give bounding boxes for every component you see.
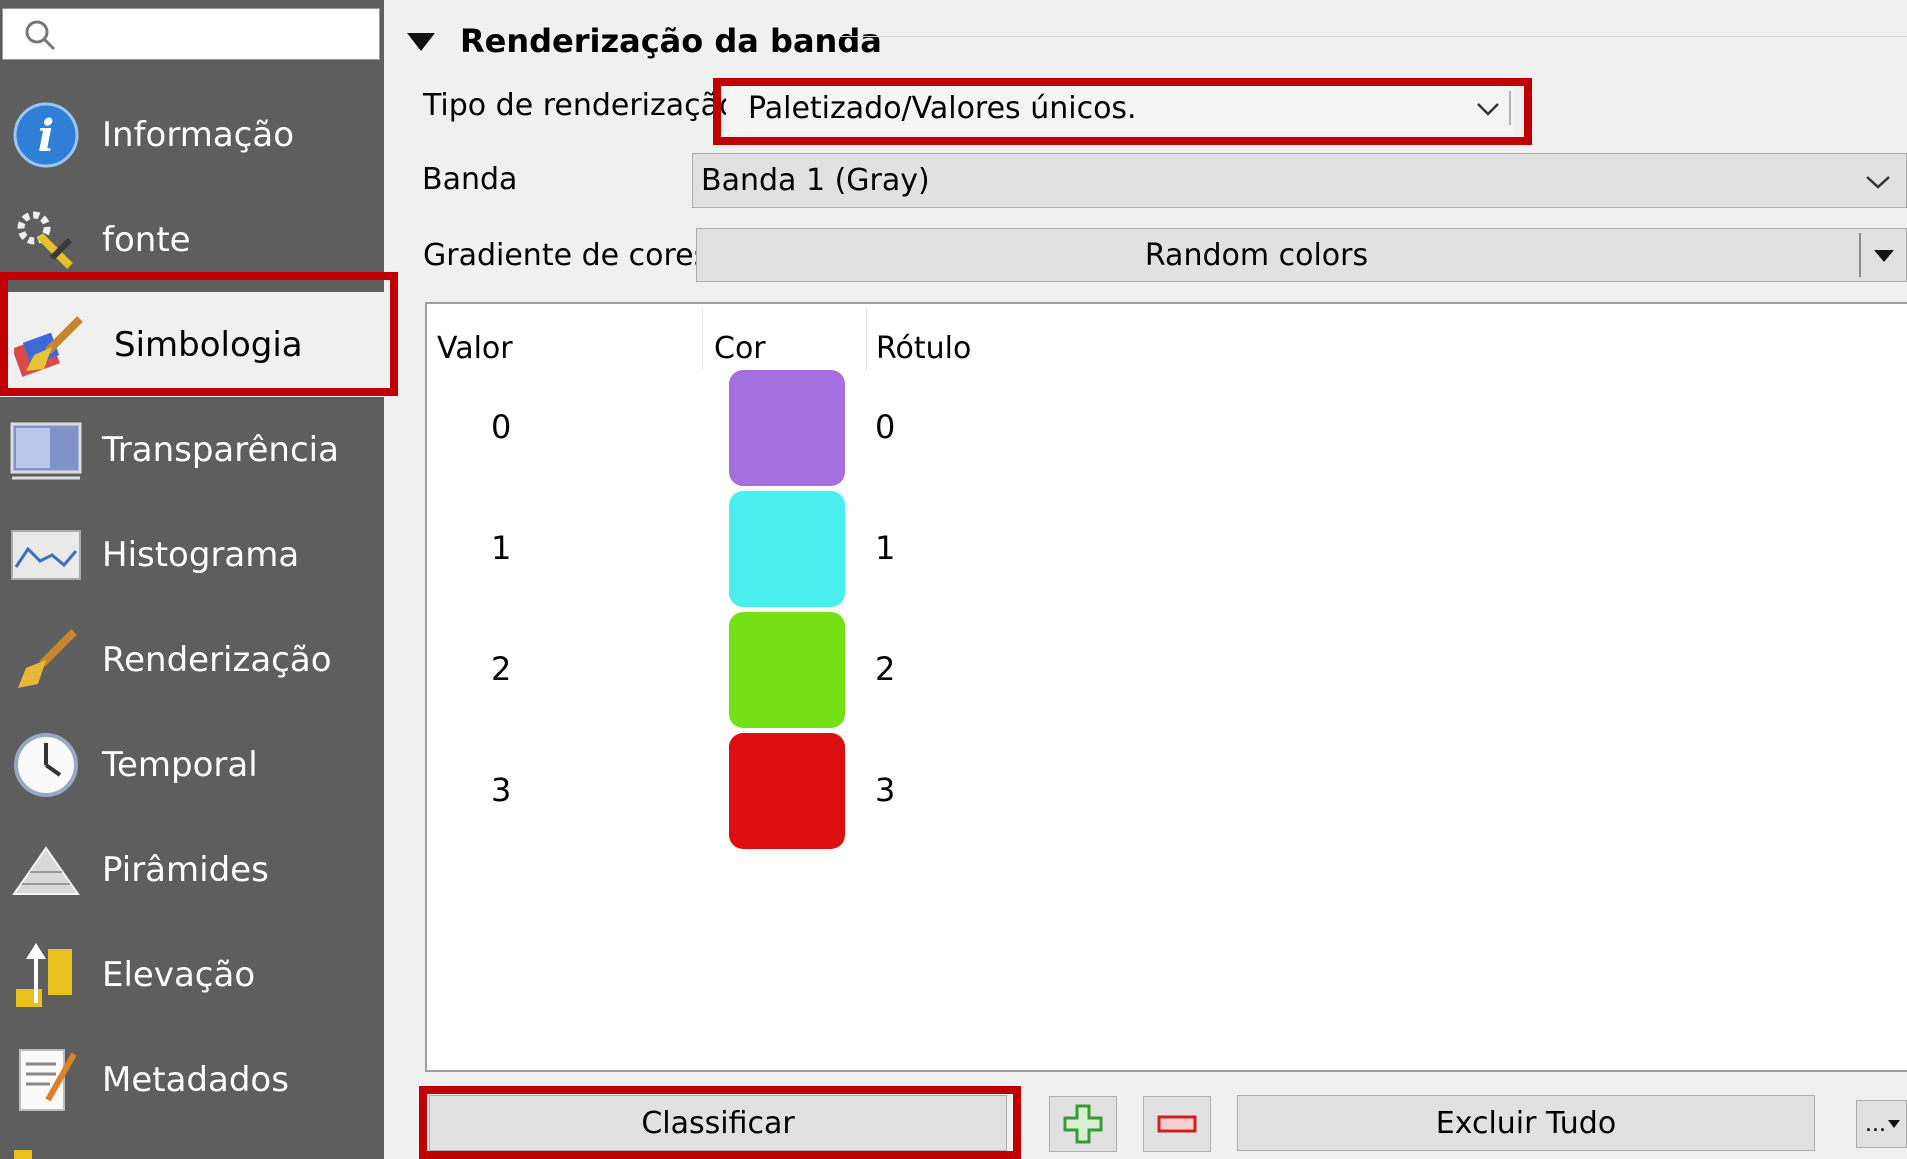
rendering-brush-icon <box>10 624 82 696</box>
row-label[interactable]: 0 <box>875 408 895 446</box>
sidebar-item-information[interactable]: i Informação <box>0 82 384 187</box>
svg-text:i: i <box>38 111 55 162</box>
delete-all-button[interactable]: Excluir Tudo <box>1237 1095 1815 1151</box>
row-value[interactable]: 2 <box>491 650 511 688</box>
table-row[interactable]: 2 2 <box>427 612 1907 733</box>
column-separator <box>866 308 867 370</box>
color-swatch[interactable] <box>729 612 845 728</box>
more-options-label: ... <box>1865 1111 1886 1137</box>
section-title: Renderização da banda <box>460 22 882 60</box>
table-row[interactable]: 1 1 <box>427 491 1907 612</box>
row-label[interactable]: 1 <box>875 529 895 567</box>
sidebar-item-source[interactable]: fonte <box>0 187 384 292</box>
column-header-color[interactable]: Cor <box>714 318 766 378</box>
band-value: Banda 1 (Gray) <box>701 163 930 198</box>
remove-class-button[interactable] <box>1143 1096 1211 1152</box>
partial-next-item-icon <box>14 1150 32 1159</box>
sidebar-item-label: Informação <box>102 114 295 155</box>
section-header[interactable]: Renderização da banda <box>404 16 882 66</box>
plus-icon <box>1063 1104 1103 1144</box>
row-label[interactable]: 2 <box>875 650 895 688</box>
table-row[interactable]: 3 3 <box>427 733 1907 854</box>
sidebar-item-label: Simbologia <box>114 324 303 365</box>
color-ramp-value: Random colors <box>1144 237 1369 273</box>
sidebar-item-label: Pirâmides <box>102 849 269 890</box>
sidebar-item-pyramids[interactable]: Pirâmides <box>0 817 384 922</box>
sidebar-item-label: Metadados <box>102 1059 289 1100</box>
chevron-down-icon <box>1477 103 1499 116</box>
sidebar: i Informação fonte Simbologia Transparên… <box>0 0 384 1159</box>
sidebar-item-label: fonte <box>102 219 191 260</box>
render-type-select[interactable]: Paletizado/Valores únicos. <box>726 81 1515 135</box>
search-input[interactable] <box>2 8 380 60</box>
collapse-triangle-icon <box>407 33 435 51</box>
sidebar-item-label: Transparência <box>102 429 339 470</box>
render-type-value: Paletizado/Valores únicos. <box>748 90 1137 126</box>
sidebar-item-label: Temporal <box>102 744 258 785</box>
minus-icon <box>1157 1115 1197 1133</box>
band-label: Banda <box>422 162 518 197</box>
column-header-label[interactable]: Rótulo <box>876 318 971 378</box>
info-icon: i <box>10 99 82 171</box>
pyramids-icon <box>10 834 82 906</box>
dropdown-arrow-icon <box>1874 250 1894 262</box>
column-separator <box>702 308 703 370</box>
histogram-icon <box>10 519 82 591</box>
classify-button[interactable]: Classificar <box>429 1095 1007 1151</box>
sidebar-item-temporal[interactable]: Temporal <box>0 712 384 817</box>
sidebar-item-metadata[interactable]: Metadados <box>0 1027 384 1132</box>
sidebar-item-symbology[interactable]: Simbologia <box>0 292 384 397</box>
color-swatch[interactable] <box>729 733 845 849</box>
color-ramp-label: Gradiente de cores <box>423 238 710 273</box>
column-header-value[interactable]: Valor <box>437 318 513 378</box>
symbology-brush-icon <box>14 309 86 381</box>
clock-icon <box>10 729 82 801</box>
sidebar-item-rendering[interactable]: Renderização <box>0 607 384 712</box>
sidebar-item-elevation[interactable]: Elevação <box>0 922 384 1027</box>
source-settings-icon <box>10 204 82 276</box>
sidebar-item-transparency[interactable]: Transparência <box>0 397 384 502</box>
row-value[interactable]: 1 <box>491 529 511 567</box>
more-options-button[interactable]: ... <box>1856 1100 1907 1148</box>
add-class-button[interactable] <box>1049 1096 1117 1152</box>
sidebar-item-histogram[interactable]: Histograma <box>0 502 384 607</box>
row-value[interactable]: 0 <box>491 408 511 446</box>
search-icon <box>25 20 56 51</box>
classes-table[interactable]: Valor Cor Rótulo 0 0 1 1 2 2 3 3 <box>425 302 1907 1072</box>
dropdown-arrow-icon <box>1887 1120 1900 1128</box>
color-swatch[interactable] <box>729 370 845 486</box>
render-type-label: Tipo de renderização <box>423 88 738 123</box>
elevation-icon <box>10 939 82 1011</box>
band-rendering-panel: Renderização da banda Tipo de renderizaç… <box>384 0 1907 1159</box>
row-value[interactable]: 3 <box>491 771 511 809</box>
metadata-icon <box>10 1044 82 1116</box>
section-divider <box>839 36 1907 37</box>
transparency-icon <box>10 414 82 486</box>
row-label[interactable]: 3 <box>875 771 895 809</box>
sidebar-item-label: Histograma <box>102 534 300 575</box>
color-ramp-select[interactable]: Random colors <box>696 228 1907 282</box>
sidebar-item-label: Elevação <box>102 954 256 995</box>
band-select[interactable]: Banda 1 (Gray) <box>692 153 1907 208</box>
sidebar-item-label: Renderização <box>102 639 332 680</box>
chevron-down-icon <box>1866 176 1890 189</box>
table-row[interactable]: 0 0 <box>427 370 1907 491</box>
color-swatch[interactable] <box>729 491 845 607</box>
